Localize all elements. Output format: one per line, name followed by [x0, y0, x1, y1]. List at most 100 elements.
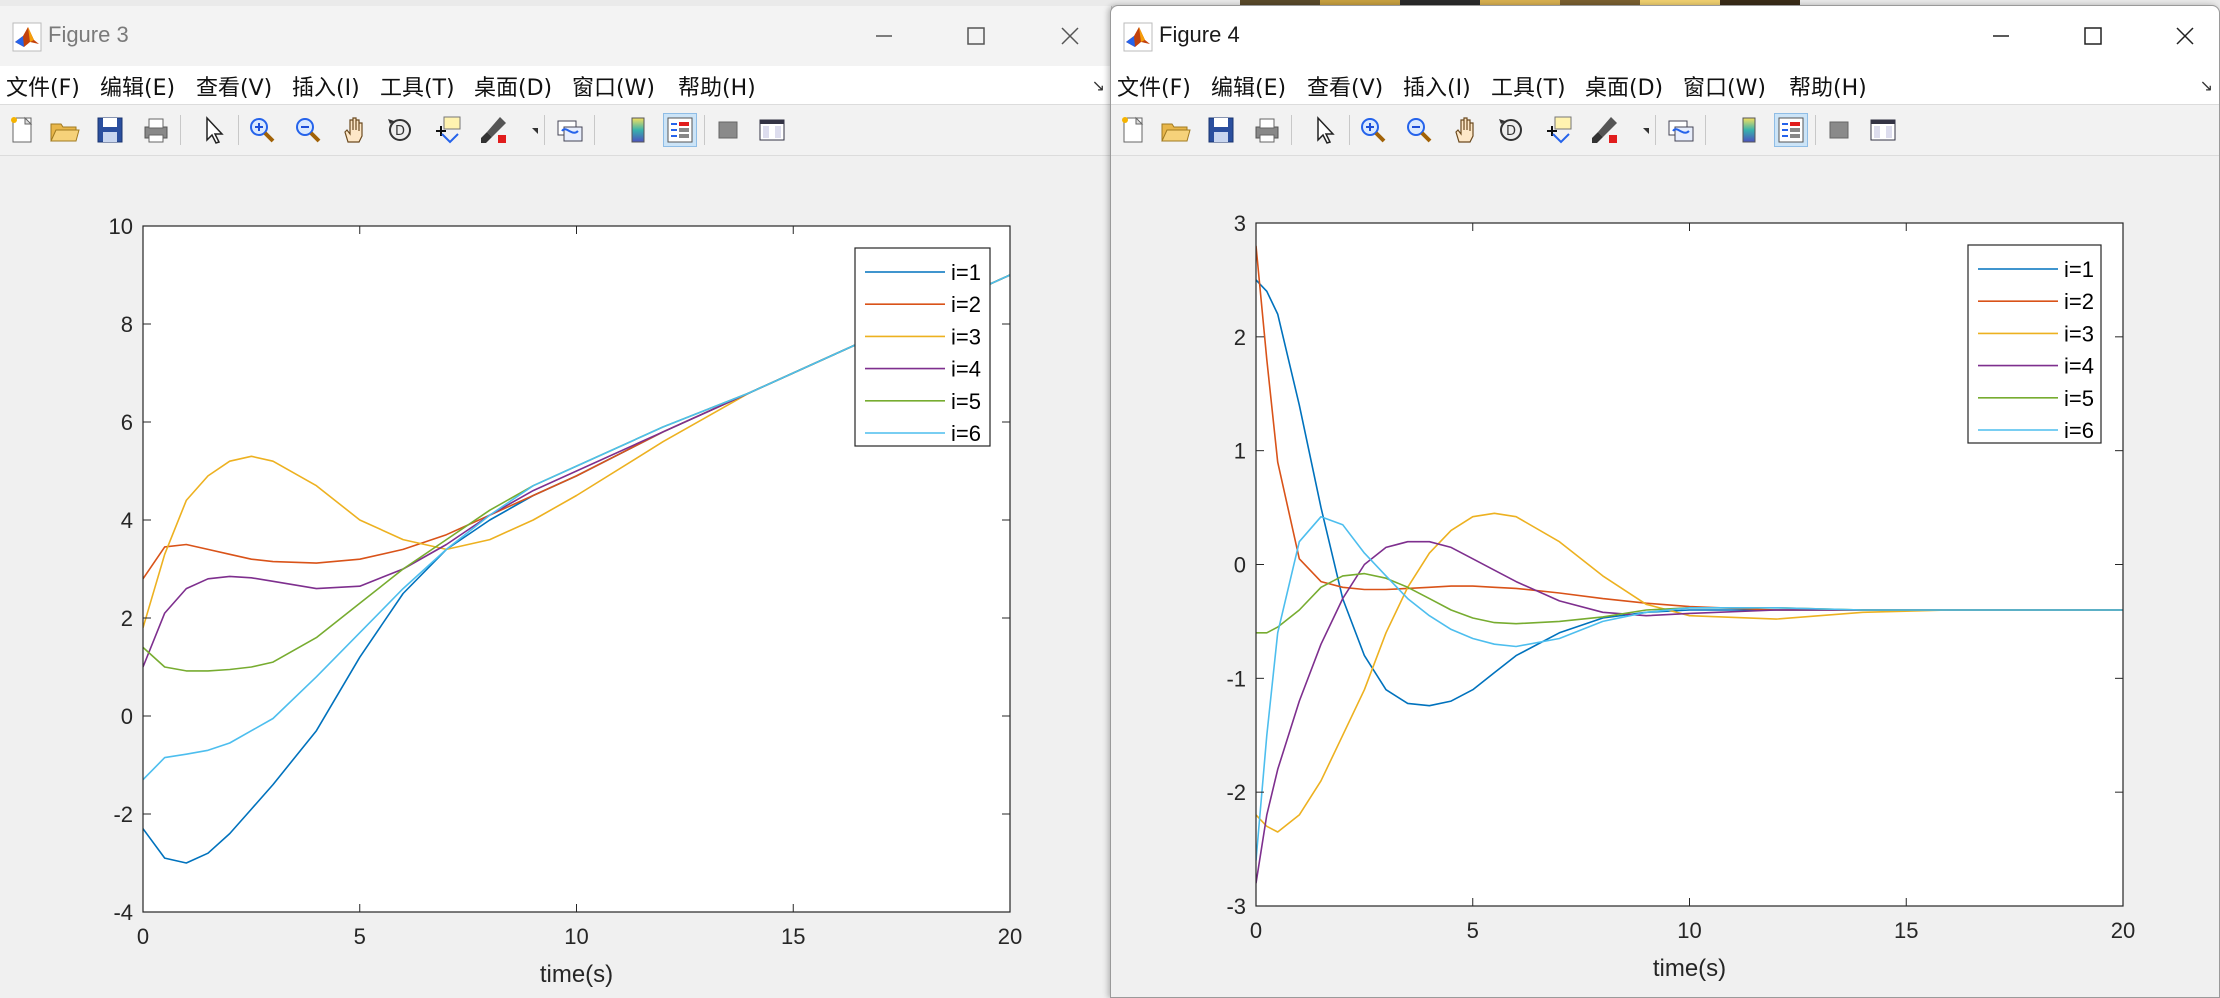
- menu-item[interactable]: 查看(V): [196, 70, 272, 102]
- menu-overflow-icon[interactable]: ↘: [1092, 76, 1105, 95]
- data-cursor-button[interactable]: [432, 114, 464, 146]
- link-plot-button[interactable]: [1665, 114, 1697, 146]
- minimize-button[interactable]: [1979, 16, 2023, 56]
- zoom-out-button[interactable]: [1403, 114, 1435, 146]
- legend-icon: [667, 117, 693, 143]
- y-tick-label: -2: [1226, 780, 1246, 805]
- print-button[interactable]: [140, 114, 172, 146]
- zoom-in-icon: [250, 118, 275, 143]
- pointer-button[interactable]: [198, 114, 230, 146]
- menu-item[interactable]: 帮助(H): [678, 70, 756, 102]
- save-button[interactable]: [94, 114, 126, 146]
- open-file-button[interactable]: [1159, 114, 1191, 146]
- link-plot-button[interactable]: [554, 114, 586, 146]
- menu-item[interactable]: 帮助(H): [1789, 70, 1867, 102]
- link-plot-icon: [1668, 120, 1694, 142]
- menu-item[interactable]: 工具(T): [1491, 70, 1566, 102]
- zoom-in-button[interactable]: [246, 114, 278, 146]
- menu-bar: ↘ 文件(F) 编辑(E) 查看(V) 插入(I) 工具(T) 桌面(D) 窗口(W) 帮助(…: [0, 66, 1111, 104]
- menu-item[interactable]: 工具(T): [380, 70, 455, 102]
- colorbar-button[interactable]: [1733, 114, 1765, 146]
- link-plot-icon: [557, 120, 583, 142]
- x-tick-label: 15: [1894, 918, 1918, 943]
- toolbar-separator: [1705, 115, 1706, 145]
- y-tick-label: 6: [121, 410, 133, 435]
- brush-button[interactable]: [478, 114, 510, 146]
- maximize-button[interactable]: [954, 16, 998, 56]
- toolbar-separator: [544, 115, 545, 145]
- show-plot-tools-button[interactable]: [1867, 114, 1899, 146]
- x-tick-label: 15: [781, 924, 805, 949]
- menu-item[interactable]: 窗口(W): [572, 70, 655, 102]
- zoom-in-button[interactable]: [1357, 114, 1389, 146]
- menu-item[interactable]: 桌面(D): [474, 70, 552, 102]
- menu-item[interactable]: 桌面(D): [1585, 70, 1663, 102]
- legend-entry: i=1: [2064, 257, 2094, 282]
- title-bar[interactable]: Figure 4: [1111, 6, 2219, 66]
- brush-dropdown-button[interactable]: [522, 114, 544, 146]
- new-figure-button[interactable]: [1117, 114, 1149, 146]
- hide-plot-tools-button[interactable]: [712, 114, 744, 146]
- new-figure-button[interactable]: [6, 114, 38, 146]
- hide-plot-tools-icon: [718, 121, 738, 139]
- menu-item[interactable]: 窗口(W): [1683, 70, 1766, 102]
- x-tick-label: 5: [1467, 918, 1479, 943]
- new-figure-icon: [11, 116, 33, 143]
- minimize-button[interactable]: [862, 16, 906, 56]
- pan-hand-button[interactable]: [1449, 114, 1481, 146]
- x-tick-label: 20: [998, 924, 1022, 949]
- legend-entry: i=6: [2064, 418, 2094, 443]
- rotate-3d-button[interactable]: D: [1495, 114, 1527, 146]
- menu-item[interactable]: 查看(V): [1307, 70, 1383, 102]
- brush-button[interactable]: [1589, 114, 1621, 146]
- rotate-3d-button[interactable]: D: [384, 114, 416, 146]
- rotate-3d-icon: D: [388, 119, 411, 141]
- close-button[interactable]: [1048, 16, 1092, 56]
- colorbar-button[interactable]: [622, 114, 654, 146]
- close-button[interactable]: [2163, 16, 2207, 56]
- legend-button[interactable]: [1774, 113, 1808, 147]
- brush-dropdown-icon: [1643, 128, 1655, 134]
- menu-item[interactable]: 编辑(E): [1211, 70, 1286, 102]
- brush-icon: [1592, 117, 1617, 143]
- figure-4-plot[interactable]: 0 5 10 15 20 -3 -2 -1 0 1 2 3 time(s) i=1 i=2 i=3 i=4 i=5…: [1111, 156, 2219, 998]
- figure-3-plot[interactable]: 0 5 10 15 20-4-20246810time(s)i=1i=2i=3i=4i=…: [0, 156, 1110, 998]
- brush-dropdown-button[interactable]: [1633, 114, 1655, 146]
- toolbar-separator: [238, 115, 239, 145]
- figure-toolbar: D: [1111, 104, 2219, 156]
- legend-button[interactable]: [663, 113, 697, 147]
- data-cursor-icon: [436, 116, 461, 144]
- pointer-button[interactable]: [1309, 114, 1341, 146]
- legend-entry: i=5: [951, 389, 981, 414]
- toolbar-separator: [1349, 115, 1350, 145]
- zoom-out-button[interactable]: [292, 114, 324, 146]
- open-file-button[interactable]: [48, 114, 80, 146]
- figure-4-window: Figure 4 ↘ 文件(F) 编辑(E) 查看(V) 插入(I) 工具(T) 桌面(D…: [1110, 5, 2220, 998]
- print-icon: [1255, 118, 1279, 143]
- maximize-icon: [967, 27, 985, 45]
- pan-hand-button[interactable]: [338, 114, 370, 146]
- y-tick-label: -2: [113, 802, 133, 827]
- save-button[interactable]: [1205, 114, 1237, 146]
- maximize-button[interactable]: [2071, 16, 2115, 56]
- menu-item[interactable]: 编辑(E): [100, 70, 175, 102]
- menu-item[interactable]: 文件(F): [6, 70, 80, 102]
- x-axis-label: time(s): [540, 961, 613, 988]
- show-plot-tools-button[interactable]: [756, 114, 788, 146]
- data-cursor-button[interactable]: [1543, 114, 1575, 146]
- y-tick-label: 3: [1234, 211, 1246, 236]
- hide-plot-tools-button[interactable]: [1823, 114, 1855, 146]
- menu-overflow-icon[interactable]: ↘: [2200, 76, 2213, 95]
- minimize-icon: [1993, 35, 2009, 37]
- legend-entry: i=2: [2064, 289, 2094, 314]
- title-bar[interactable]: Figure 3: [0, 6, 1111, 66]
- menu-item[interactable]: 文件(F): [1117, 70, 1191, 102]
- print-button[interactable]: [1251, 114, 1283, 146]
- menu-item[interactable]: 插入(I): [1403, 70, 1471, 102]
- window-title: Figure 4: [1159, 22, 1240, 47]
- menu-item[interactable]: 插入(I): [292, 70, 360, 102]
- legend-entry: i=1: [951, 260, 981, 285]
- legend: i=1 i=2 i=3 i=4 i=5 i=6: [854, 247, 991, 447]
- pointer-icon: [1317, 116, 1335, 144]
- close-icon: [2176, 27, 2194, 45]
